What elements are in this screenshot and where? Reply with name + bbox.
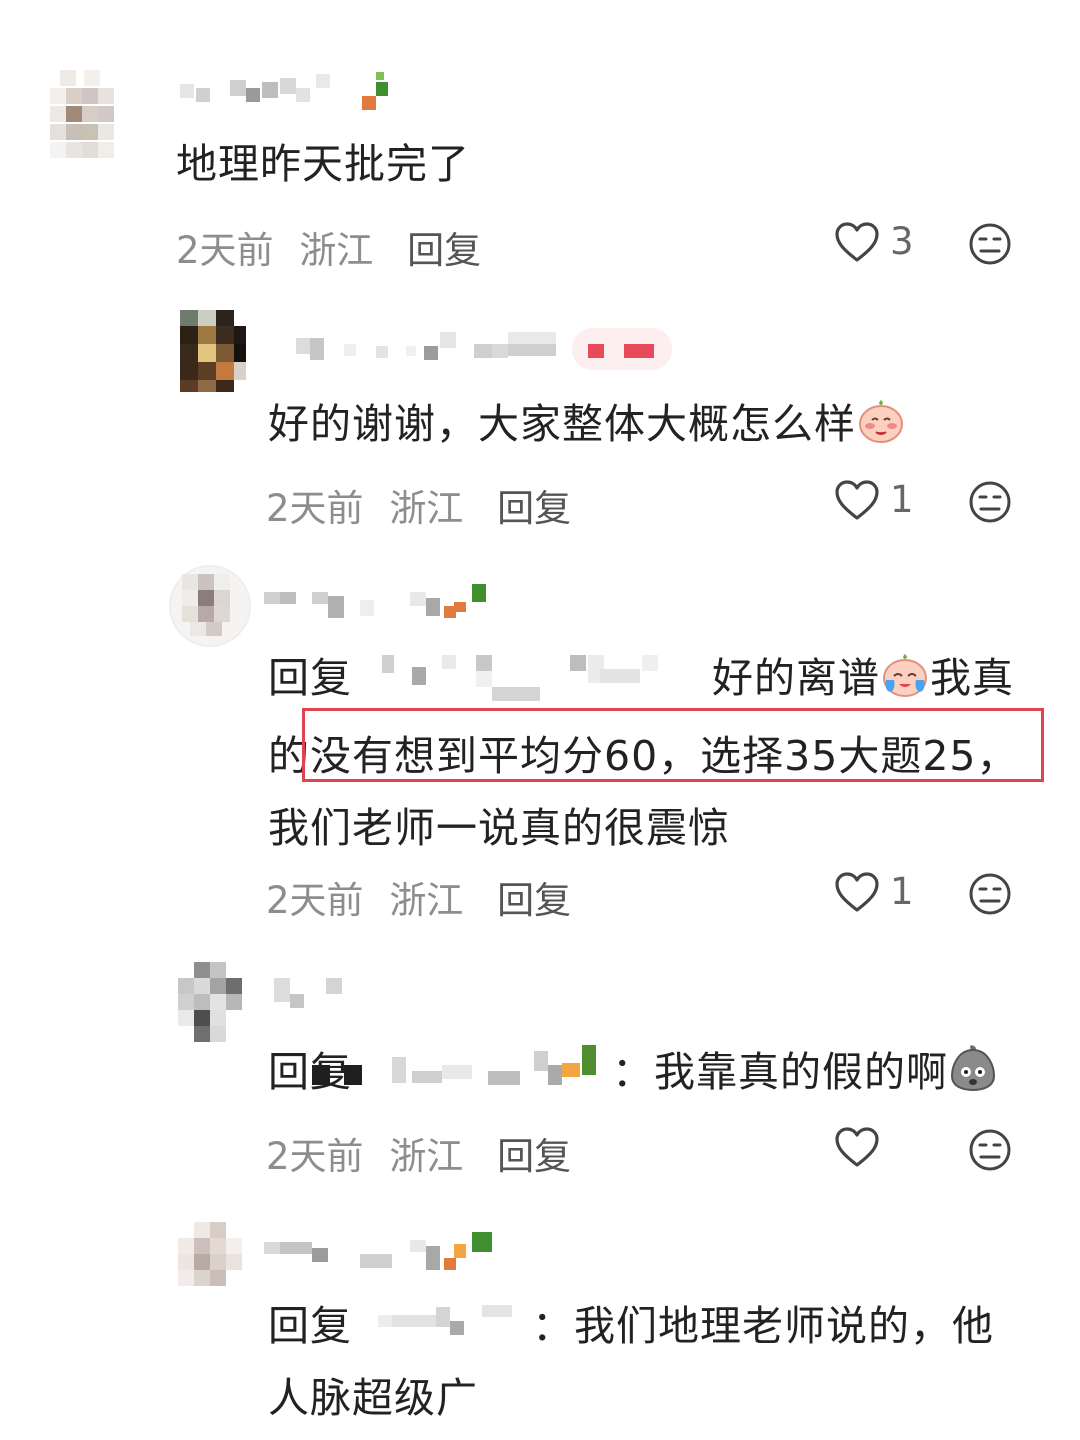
- heart-icon: [835, 221, 879, 262]
- comment-text: 回复 ：我们地理老师说的，他人脉超级广: [268, 1290, 1048, 1434]
- heart-icon: [835, 871, 879, 912]
- colon: ：: [612, 1048, 654, 1096]
- comment-text-content: 我们地理老师说的，他: [574, 1302, 994, 1350]
- reply-button[interactable]: 回复: [497, 879, 571, 922]
- avatar-mosaic: [164, 1218, 254, 1290]
- highlight-box: [302, 708, 1044, 782]
- reply-prefix: 回复: [268, 654, 352, 702]
- comment-date: 2天前: [266, 1135, 364, 1178]
- shocked-face-emoji: [948, 1042, 998, 1114]
- like-button[interactable]: 1: [834, 478, 914, 521]
- meh-face-icon: [969, 223, 1011, 265]
- comment-location: 浙江: [299, 229, 374, 272]
- comment-location: 浙江: [389, 487, 464, 530]
- avatar-mosaic: [164, 308, 254, 398]
- username-masked[interactable]: [260, 578, 500, 622]
- avatar[interactable]: [44, 66, 144, 166]
- comment-text-content: 我真: [930, 654, 1014, 702]
- meh-face-icon: [969, 873, 1011, 915]
- comment-date: 2天前: [266, 487, 364, 530]
- meh-face-icon: [969, 481, 1011, 523]
- avatar-mosaic: [169, 565, 251, 647]
- like-button[interactable]: 1: [834, 870, 914, 913]
- mentioned-username-masked[interactable]: [292, 1045, 596, 1097]
- dislike-button[interactable]: [968, 480, 1012, 524]
- avatar[interactable]: [164, 1218, 254, 1290]
- avatar-mosaic: [44, 66, 144, 166]
- comment-date: 2天前: [176, 229, 274, 272]
- username-masked[interactable]: [176, 70, 406, 114]
- comment-meta: 2天前 浙江 回复: [266, 870, 571, 924]
- reply-button[interactable]: 回复: [497, 487, 571, 530]
- mentioned-username-masked[interactable]: [352, 1305, 532, 1351]
- avatar[interactable]: [168, 564, 252, 648]
- heart-icon: [835, 479, 879, 520]
- like-button[interactable]: [834, 1126, 890, 1168]
- comment-location: 浙江: [389, 1135, 464, 1178]
- like-count: 1: [890, 478, 914, 521]
- reply-button[interactable]: 回复: [497, 1135, 571, 1178]
- like-button[interactable]: 3: [834, 220, 914, 263]
- comment-text: 回复 ：我靠真的假的啊: [268, 1036, 1048, 1114]
- comment-meta: 2天前 浙江 回复: [266, 1126, 571, 1180]
- like-count: 3: [890, 220, 914, 263]
- reply-button[interactable]: 回复: [407, 229, 481, 272]
- avatar[interactable]: [164, 308, 254, 398]
- comment-text-content: 我靠真的假的啊: [654, 1048, 948, 1096]
- avatar-mosaic: [164, 958, 254, 1048]
- dislike-button[interactable]: [968, 222, 1012, 266]
- dislike-button[interactable]: [968, 872, 1012, 916]
- comment-meta: 2天前 浙江 回复: [176, 220, 481, 274]
- like-count: 1: [890, 870, 914, 913]
- username-masked[interactable]: [290, 324, 680, 370]
- shy-face-emoji: [856, 394, 906, 466]
- comment-text-content: 好的离谱: [712, 654, 880, 702]
- comment-location: 浙江: [389, 879, 464, 922]
- comment-text: 地理昨天批完了: [176, 140, 470, 188]
- heart-icon: [835, 1127, 879, 1167]
- comment-text: 好的谢谢，大家整体大概怎么样: [268, 388, 906, 466]
- comment-date: 2天前: [266, 879, 364, 922]
- comment-text-content: 人脉超级广: [268, 1374, 478, 1422]
- dislike-button[interactable]: [968, 1128, 1012, 1172]
- comment-text-content: 好的谢谢，大家整体大概怎么样: [268, 400, 856, 448]
- comment-text-content: 我们老师一说真的很震惊: [268, 804, 730, 852]
- reply-prefix: 回复: [268, 1302, 352, 1350]
- username-masked[interactable]: [270, 972, 370, 1016]
- mentioned-username-masked[interactable]: [352, 655, 712, 703]
- username-masked[interactable]: [260, 1228, 500, 1272]
- comment-meta: 2天前 浙江 回复: [266, 478, 571, 532]
- meh-face-icon: [969, 1129, 1011, 1171]
- avatar[interactable]: [164, 958, 254, 1048]
- colon: ：: [532, 1302, 574, 1350]
